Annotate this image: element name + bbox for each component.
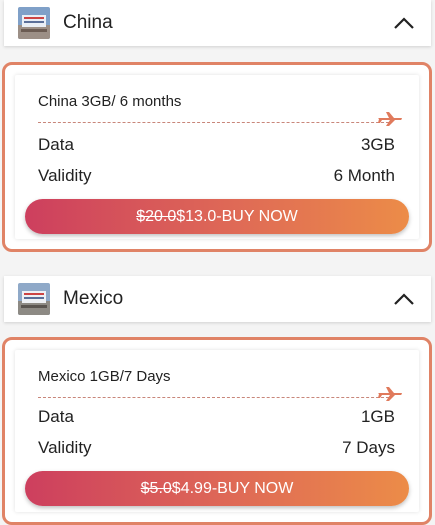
data-value: 1GB [360, 407, 395, 426]
data-row: Data 3GB [38, 135, 395, 155]
plan-card-body: China 3GB/ 6 months Data 3GB Validity 6 … [15, 75, 419, 239]
flag-icon [18, 283, 50, 315]
validity-row: Validity 7 Days [38, 438, 395, 458]
route-line [38, 122, 389, 123]
buy-now-button[interactable]: $20.0 $13.0 -BUY NOW [25, 199, 409, 234]
data-value: 3GB [360, 135, 395, 154]
old-price: $20.0 [136, 207, 177, 225]
validity-label: Validity [38, 166, 92, 185]
data-row: Data 1GB [38, 407, 395, 427]
old-price: $5.0 [140, 479, 172, 497]
plan-title: China 3GB/ 6 months [38, 93, 182, 110]
validity-value: 6 Month [333, 166, 395, 185]
buy-label: -BUY NOW [211, 479, 294, 497]
validity-label: Validity [38, 438, 92, 457]
plan-card-china: China 3GB/ 6 months Data 3GB Validity 6 … [2, 62, 432, 252]
country-header-china[interactable]: China [4, 0, 431, 46]
buy-label: -BUY NOW [216, 207, 298, 225]
country-header-mexico[interactable]: Mexico [4, 276, 431, 322]
data-label: Data [38, 135, 74, 154]
country-name: Mexico [63, 288, 124, 309]
airplane-icon [377, 384, 403, 402]
validity-value: 7 Days [342, 438, 395, 457]
route-line [38, 397, 389, 398]
new-price: $13.0 [176, 207, 217, 225]
plan-card-body: Mexico 1GB/7 Days Data 1GB Validity 7 Da… [15, 350, 419, 512]
airplane-icon [377, 109, 403, 127]
new-price: $4.99 [171, 479, 212, 497]
chevron-up-icon[interactable] [391, 286, 417, 312]
flag-icon [18, 7, 50, 39]
chevron-up-icon[interactable] [391, 10, 417, 36]
plan-card-mexico: Mexico 1GB/7 Days Data 1GB Validity 7 Da… [2, 337, 432, 525]
data-label: Data [38, 407, 74, 426]
plan-title: Mexico 1GB/7 Days [38, 368, 171, 385]
validity-row: Validity 6 Month [38, 166, 395, 186]
country-name: China [63, 12, 113, 33]
buy-now-button[interactable]: $5.0 $4.99 -BUY NOW [25, 471, 409, 506]
